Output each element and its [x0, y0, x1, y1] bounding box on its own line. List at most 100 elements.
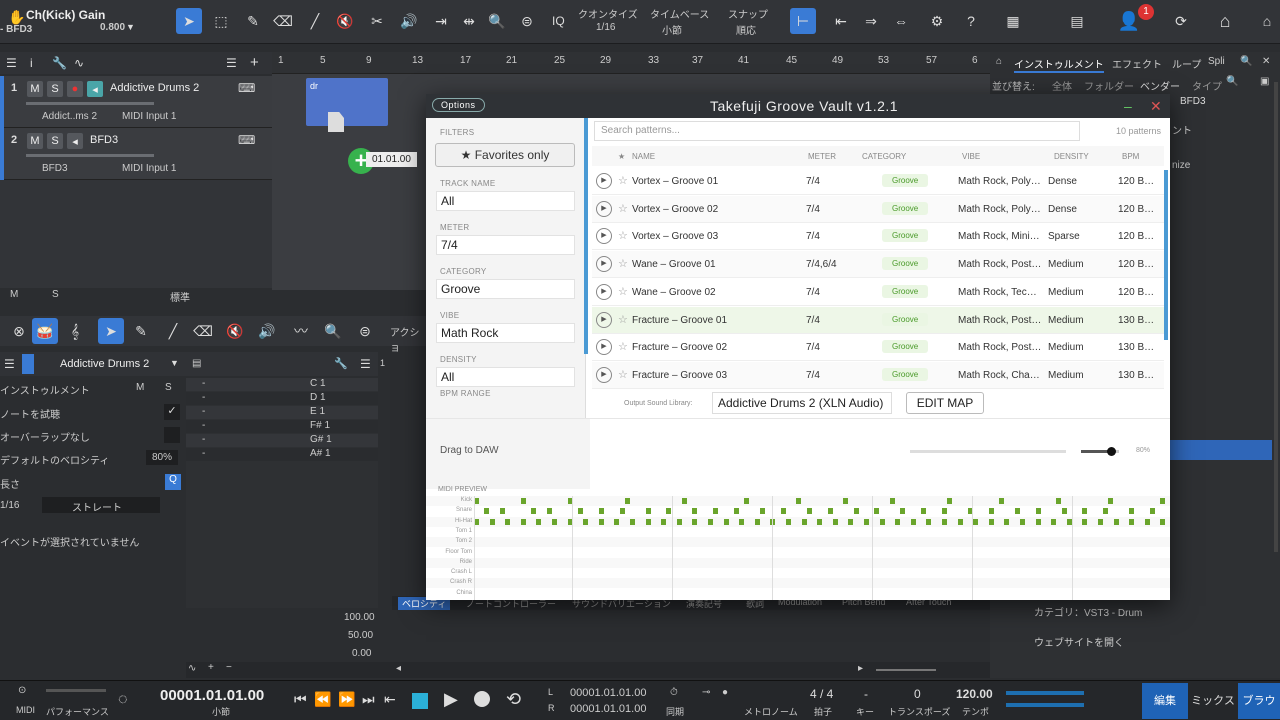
scroll-left-icon[interactable]: ◂	[396, 663, 401, 674]
inspector-s-button[interactable]: S	[165, 382, 172, 393]
help-icon[interactable]: ?	[958, 8, 984, 34]
loop-icon[interactable]: ⟲	[506, 689, 521, 710]
drag-area[interactable]: Drag to DAW	[426, 419, 590, 489]
filter-select[interactable]: All	[436, 191, 575, 211]
star-icon[interactable]: ☆	[618, 257, 628, 270]
layout-icon[interactable]: ▤	[1064, 8, 1090, 34]
open-website-link[interactable]: ウェブサイトを開く	[1034, 634, 1124, 649]
default-velocity-value[interactable]: 80%	[146, 450, 179, 465]
pin-icon[interactable]: ⌂	[996, 56, 1002, 67]
rewind-icon[interactable]: ⏪	[314, 691, 331, 708]
split-position-icon[interactable]: ⇔	[888, 8, 914, 34]
length-value-select[interactable]: 1/16	[0, 500, 19, 511]
timebase-select[interactable]: 小節	[662, 22, 682, 37]
position-unit[interactable]: 小節	[212, 705, 230, 718]
automation-icon[interactable]: ∿	[74, 56, 84, 70]
input-select[interactable]: MIDI Input 1	[122, 163, 176, 174]
zoom-slider[interactable]	[876, 669, 936, 671]
tab-effects[interactable]: エフェクト	[1112, 56, 1162, 71]
editor-track-name[interactable]: Addictive Drums 2	[60, 358, 149, 370]
arrow-tool-icon[interactable]: ➤	[98, 318, 124, 344]
split-tool-icon[interactable]: ✂	[364, 8, 390, 34]
list-icon[interactable]: ☰	[226, 56, 237, 70]
menu-icon[interactable]: ☰	[4, 357, 15, 371]
play-icon[interactable]: ▶	[596, 256, 612, 273]
pencil-tool-icon[interactable]: ✎	[128, 318, 154, 344]
position-display[interactable]: 00001.01.01.00	[160, 687, 264, 704]
browse-view-button[interactable]: ブラウ	[1238, 683, 1280, 719]
table-row[interactable]: ▶ ☆ Fracture – Groove 02 7/4 Groove Math Rock…	[592, 334, 1164, 362]
stop-icon[interactable]	[412, 693, 428, 709]
snap-toggle-icon[interactable]: ⊢	[790, 8, 816, 34]
precount-icon[interactable]: ●	[722, 687, 728, 698]
close-icon[interactable]: ⊗	[6, 318, 32, 344]
key-value[interactable]: -	[864, 687, 868, 701]
play-icon[interactable]: ▶	[444, 689, 458, 710]
star-icon[interactable]: ☆	[618, 340, 628, 353]
eraser-tool-icon[interactable]: ⌫	[190, 318, 216, 344]
menu-icon[interactable]: ☰	[360, 357, 371, 371]
mute-button[interactable]: M	[27, 133, 43, 149]
zoom-tool-icon[interactable]: 🔍	[484, 8, 510, 34]
gain-value[interactable]: 0.800	[100, 22, 125, 33]
volume-slider[interactable]	[26, 154, 154, 157]
iq-button[interactable]: IQ	[552, 14, 565, 28]
listen-tool-icon[interactable]: 🔊	[396, 8, 422, 34]
menu-icon[interactable]: ☰	[6, 56, 17, 70]
star-icon[interactable]: ☆	[618, 202, 628, 215]
track-row-2[interactable]: 2 M S ◂ BFD3 ⌨ BFD3 MIDI Input 1	[0, 128, 272, 180]
paint-tool-icon[interactable]: ╱	[160, 318, 186, 344]
drum-note-row[interactable]: - E 1	[186, 406, 378, 419]
track-name[interactable]: Addictive Drums 2	[110, 82, 199, 94]
table-row[interactable]: ▶ ☆ Fracture – Groove 01 7/4 Groove Math Rock…	[592, 306, 1164, 334]
table-row[interactable]: ▶ ☆ Vortex – Groove 02 7/4 Groove Math Rock, …	[592, 195, 1164, 223]
quantize-length-icon[interactable]: Q	[165, 474, 181, 490]
star-icon[interactable]: ☆	[618, 313, 628, 326]
go-to-start-icon[interactable]: ⇤	[384, 691, 396, 708]
more-icon[interactable]: ⌂	[1254, 8, 1280, 34]
close-icon[interactable]: ✕	[1150, 98, 1162, 115]
snap-select[interactable]: 順応	[736, 22, 756, 37]
table-scrollbar[interactable]	[1164, 170, 1168, 340]
col-vibe[interactable]: VIBE	[962, 152, 980, 161]
midi-clip[interactable]: dr	[306, 78, 388, 126]
forward-icon[interactable]: ⏩	[338, 691, 355, 708]
arrow-tool-icon[interactable]: ➤	[176, 8, 202, 34]
global-mute-label[interactable]: M	[10, 289, 18, 300]
tempo-value[interactable]: 120.00	[956, 687, 993, 701]
options-button[interactable]: Options	[432, 98, 485, 112]
global-solo-label[interactable]: S	[52, 289, 59, 300]
col-bpm[interactable]: BPM	[1122, 152, 1139, 161]
autoscroll-icon[interactable]: ⇤	[828, 8, 854, 34]
scroll-right-icon[interactable]: ▸	[858, 663, 863, 674]
timer-icon[interactable]: ⏱	[670, 687, 678, 698]
length-mode-select[interactable]: ストレート	[42, 497, 160, 514]
bend-tool-icon[interactable]: 〰	[288, 318, 314, 344]
play-icon[interactable]: ▶	[596, 173, 612, 189]
inspector-m-button[interactable]: M	[136, 382, 144, 393]
edit-view-button[interactable]: 編集	[1142, 683, 1188, 719]
table-row[interactable]: ▶ ☆ Wane – Groove 01 7/4,6/4 Groove Math Rock…	[592, 251, 1164, 279]
filter-select[interactable]: Math Rock	[436, 323, 575, 343]
loop-right-pos[interactable]: 00001.01.01.00	[570, 703, 646, 715]
output-library-select[interactable]: Addictive Drums 2 (XLN Audio)	[712, 392, 892, 414]
loop-left-pos[interactable]: 00001.01.01.00	[570, 687, 646, 699]
search-input[interactable]: Search patterns...	[594, 121, 1080, 141]
time-signature[interactable]: 4 / 4	[810, 687, 833, 701]
col-category[interactable]: CATEGORY	[862, 152, 906, 161]
midi-monitor-icon[interactable]: ⊙	[18, 685, 26, 696]
view-mode-select[interactable]: 標準	[170, 289, 190, 304]
sort-folder[interactable]: フォルダー	[1084, 78, 1134, 93]
bend-tool-icon[interactable]: ⇥	[428, 8, 454, 34]
chevron-down-icon[interactable]: ▼	[170, 358, 179, 368]
volume-slider-track[interactable]	[1081, 447, 1119, 456]
home-icon[interactable]: ⌂	[1212, 8, 1238, 34]
tab-loops[interactable]: ループ	[1172, 56, 1201, 71]
drum-note-row[interactable]: - G# 1	[186, 434, 378, 447]
tab-instruments[interactable]: インストゥルメント	[1014, 56, 1104, 73]
col-density[interactable]: DENSITY	[1054, 152, 1089, 161]
action-menu[interactable]: アクショ	[390, 324, 426, 354]
follow-icon[interactable]: ⇒	[858, 8, 884, 34]
forward-end-icon[interactable]: ⏭	[362, 691, 375, 708]
mute-button[interactable]: M	[27, 81, 43, 97]
